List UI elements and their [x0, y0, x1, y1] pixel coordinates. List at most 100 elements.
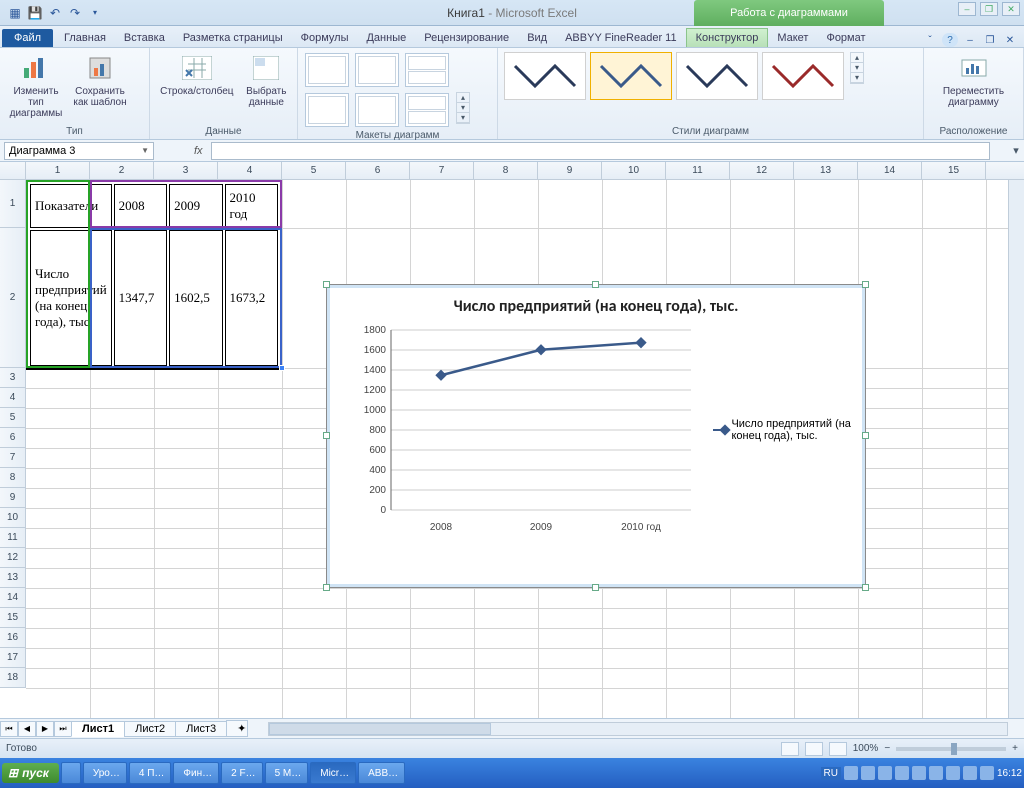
tab-page-layout[interactable]: Разметка страницы	[174, 29, 292, 47]
tab-view[interactable]: Вид	[518, 29, 556, 47]
first-sheet-icon[interactable]: ⏮	[0, 721, 18, 737]
column-header[interactable]: 3	[154, 162, 218, 179]
column-header[interactable]: 8	[474, 162, 538, 179]
row-header[interactable]: 14	[0, 588, 26, 608]
plot-area[interactable]: 0200400600800100012001400160018002008200…	[335, 320, 707, 540]
tray-icon[interactable]	[980, 766, 994, 780]
taskbar-item[interactable]: 2 F…	[221, 762, 262, 784]
sheet-tab[interactable]: Лист1	[71, 721, 125, 737]
select-data-button[interactable]: Выбрать данные	[242, 52, 291, 108]
sheet-tab[interactable]: Лист2	[124, 721, 176, 737]
chart-style-option[interactable]	[762, 52, 844, 100]
column-header[interactable]: 7	[410, 162, 474, 179]
tray-icon[interactable]	[895, 766, 909, 780]
zoom-slider[interactable]	[896, 747, 1006, 751]
prev-sheet-icon[interactable]: ◀	[18, 721, 36, 737]
taskbar-item[interactable]: ABB…	[358, 762, 405, 784]
tab-abbyy[interactable]: ABBYY FineReader 11	[556, 29, 686, 47]
column-header[interactable]: 4	[218, 162, 282, 179]
page-break-view-button[interactable]	[829, 742, 847, 756]
chart-layout-option[interactable]	[305, 93, 349, 127]
taskbar-item[interactable]: 4 П…	[129, 762, 172, 784]
chart-style-option[interactable]	[676, 52, 758, 100]
next-sheet-icon[interactable]: ▶	[36, 721, 54, 737]
tab-design[interactable]: Конструктор	[686, 28, 769, 47]
namebox-dropdown-icon[interactable]: ▼	[141, 146, 149, 155]
column-header[interactable]: 1	[26, 162, 90, 179]
chart-layout-option[interactable]	[405, 93, 449, 127]
cell[interactable]: 1673,2	[225, 230, 278, 366]
normal-view-button[interactable]	[781, 742, 799, 756]
cell[interactable]: 2008	[114, 184, 167, 228]
tray-icon[interactable]	[946, 766, 960, 780]
select-all-corner[interactable]	[0, 162, 26, 179]
resize-handle[interactable]	[862, 432, 869, 439]
resize-handle[interactable]	[323, 281, 330, 288]
cell[interactable]: 1602,5	[169, 230, 222, 366]
tab-home[interactable]: Главная	[55, 29, 115, 47]
quick-launch[interactable]	[61, 762, 81, 784]
cell[interactable]: Число предприятий (на конец года), тыс.	[30, 230, 112, 366]
row-header[interactable]: 16	[0, 628, 26, 648]
row-header[interactable]: 6	[0, 428, 26, 448]
row-header[interactable]: 5	[0, 408, 26, 428]
help-icon[interactable]: ?	[942, 33, 958, 47]
page-layout-view-button[interactable]	[805, 742, 823, 756]
resize-handle[interactable]	[323, 584, 330, 591]
clock[interactable]: 16:12	[997, 768, 1022, 779]
column-header[interactable]: 10	[602, 162, 666, 179]
tray-icon[interactable]	[861, 766, 875, 780]
chart-layout-option[interactable]	[305, 53, 349, 87]
tray-icon[interactable]	[929, 766, 943, 780]
save-as-template-button[interactable]: Сохранить как шаблон	[70, 52, 130, 108]
start-button[interactable]: ⊞ пуск	[2, 763, 59, 783]
last-sheet-icon[interactable]: ⏭	[54, 721, 72, 737]
row-header[interactable]: 4	[0, 388, 26, 408]
expand-formula-bar-icon[interactable]: ▾	[1008, 144, 1024, 157]
switch-row-column-button[interactable]: Строка/столбец	[156, 52, 238, 97]
tab-format[interactable]: Формат	[817, 29, 874, 47]
row-header[interactable]: 1	[0, 180, 26, 228]
selection-handle[interactable]	[279, 365, 285, 371]
close-icon[interactable]: ✕	[1002, 2, 1020, 16]
chart-title[interactable]: Число предприятий (на конец года), тыс.	[335, 293, 857, 320]
zoom-level[interactable]: 100%	[853, 743, 879, 754]
tray-icon[interactable]	[878, 766, 892, 780]
row-header[interactable]: 7	[0, 448, 26, 468]
tab-data[interactable]: Данные	[357, 29, 415, 47]
cell[interactable]: 2010 год	[225, 184, 278, 228]
workbook-restore-icon[interactable]: ❐	[982, 33, 998, 47]
tab-formulas[interactable]: Формулы	[292, 29, 358, 47]
row-header[interactable]: 8	[0, 468, 26, 488]
chart-style-option[interactable]	[590, 52, 672, 100]
resize-handle[interactable]	[592, 281, 599, 288]
data-table[interactable]: Показатели 2008 2009 2010 год Число пред…	[26, 180, 282, 370]
qat-dropdown-icon[interactable]: ▾	[86, 4, 104, 22]
chart-style-option[interactable]	[504, 52, 586, 100]
column-header[interactable]: 9	[538, 162, 602, 179]
row-header[interactable]: 17	[0, 648, 26, 668]
style-gallery-scroll[interactable]: ▴▾▾	[850, 52, 864, 84]
undo-icon[interactable]: ↶	[46, 4, 64, 22]
workbook-minimize-icon[interactable]: –	[962, 33, 978, 47]
row-header[interactable]: 18	[0, 668, 26, 688]
row-header[interactable]: 3	[0, 368, 26, 388]
chart-layout-option[interactable]	[355, 53, 399, 87]
zoom-in-icon[interactable]: +	[1012, 743, 1018, 754]
taskbar-item[interactable]: Micr…	[310, 762, 356, 784]
change-chart-type-button[interactable]: Изменить тип диаграммы	[6, 52, 66, 119]
vertical-scrollbar[interactable]	[1008, 180, 1024, 718]
new-sheet-button[interactable]: ✦	[226, 720, 248, 737]
column-header[interactable]: 2	[90, 162, 154, 179]
tab-review[interactable]: Рецензирование	[415, 29, 518, 47]
row-header[interactable]: 9	[0, 488, 26, 508]
workbook-close-icon[interactable]: ✕	[1002, 33, 1018, 47]
fx-icon[interactable]: fx	[194, 145, 203, 157]
column-header[interactable]: 6	[346, 162, 410, 179]
layout-gallery-scroll[interactable]: ▴▾▾	[456, 92, 470, 124]
row-header[interactable]: 15	[0, 608, 26, 628]
column-header[interactable]: 11	[666, 162, 730, 179]
column-header[interactable]: 13	[794, 162, 858, 179]
formula-input[interactable]	[211, 142, 990, 160]
embedded-chart[interactable]: Число предприятий (на конец года), тыс. …	[326, 284, 866, 588]
